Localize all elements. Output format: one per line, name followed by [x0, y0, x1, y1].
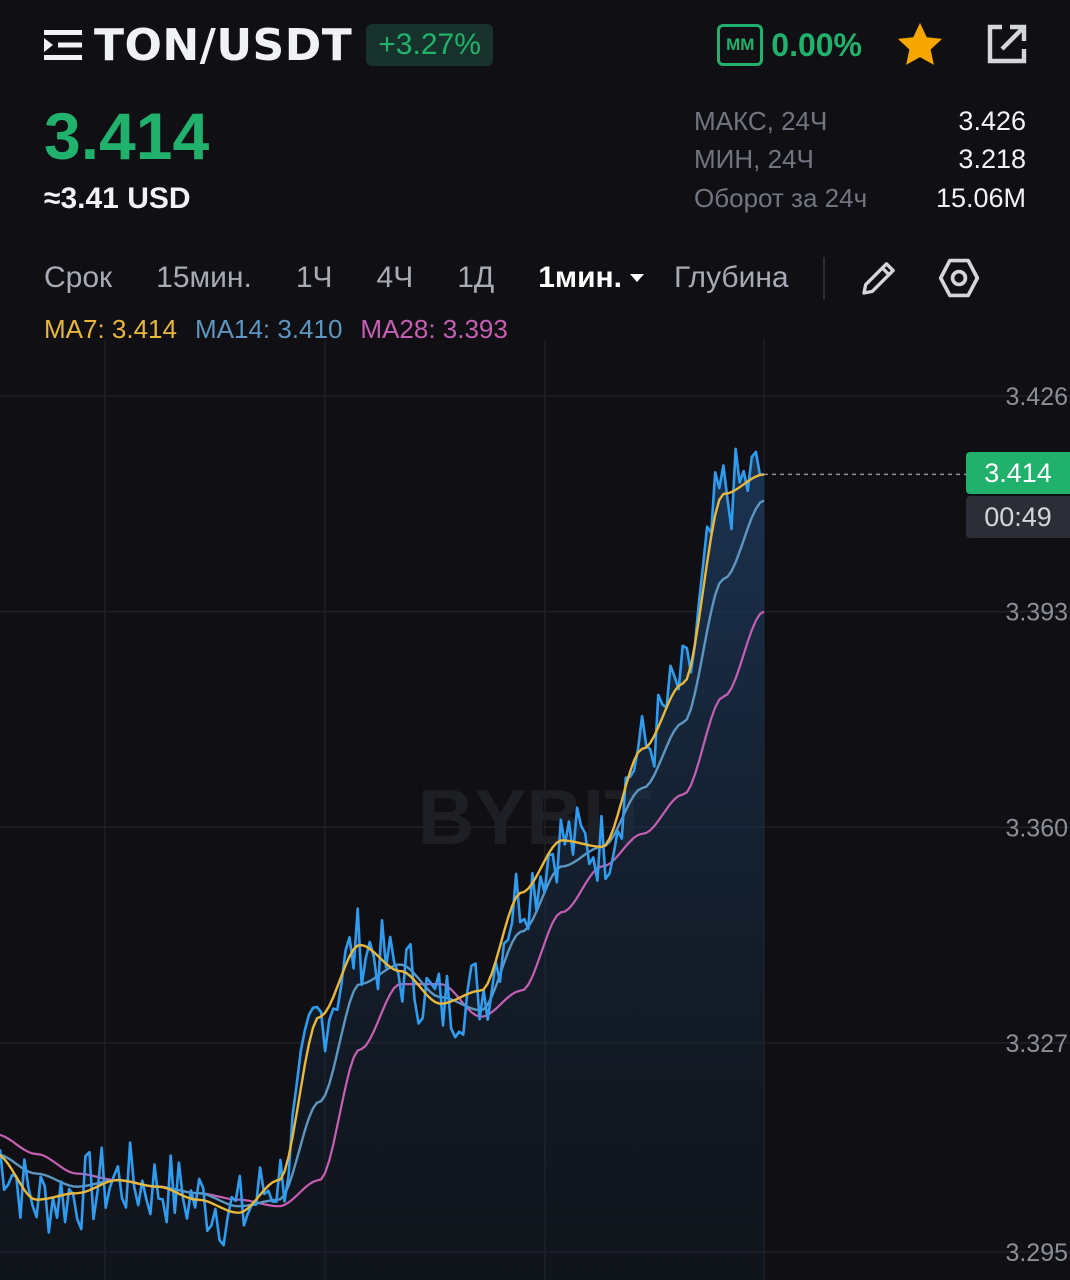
- price-usd: ≈3.41 USD: [44, 182, 191, 215]
- stat-row-high: МАКС, 24Ч 3.426: [694, 102, 1026, 141]
- y-tick-label: 3.360: [1005, 814, 1068, 842]
- tab-1d[interactable]: 1Д: [457, 261, 494, 295]
- stat-value: 3.426: [958, 105, 1026, 136]
- stat-label: Оборот за 24ч: [694, 182, 868, 213]
- tab-1min-label: 1мин.: [538, 261, 622, 294]
- pencil-icon[interactable]: [859, 258, 899, 298]
- y-tick-label: 3.295: [1005, 1239, 1068, 1267]
- caret-down-icon: [630, 274, 644, 282]
- last-price: 3.414: [44, 99, 210, 173]
- y-tick-label: 3.393: [1005, 599, 1068, 627]
- price-area-fill: [0, 448, 764, 1280]
- tab-15min[interactable]: 15мин.: [156, 261, 252, 295]
- mm-icon[interactable]: MM: [717, 24, 764, 66]
- stat-label: МИН, 24Ч: [694, 144, 814, 175]
- tab-4h[interactable]: 4Ч: [377, 261, 414, 295]
- stat-row-turnover: Оборот за 24ч 15.06M: [694, 179, 1026, 218]
- menu-icon[interactable]: [44, 27, 82, 63]
- tab-term[interactable]: Срок: [44, 261, 112, 295]
- timeframe-tabs: Срок 15мин. 1Ч 4Ч 1Д 1мин. Глубина: [44, 252, 1030, 304]
- stat-value: 3.218: [958, 144, 1026, 175]
- change-badge: +3.27%: [366, 24, 493, 66]
- y-tick-label: 3.426: [1005, 383, 1068, 411]
- tab-1min-dropdown[interactable]: 1мин.: [538, 261, 644, 295]
- stat-value: 15.06M: [935, 182, 1026, 213]
- price-chart[interactable]: BYBIT 3.4263.3933.3603.3273.295: [0, 340, 1070, 1280]
- share-icon[interactable]: [982, 21, 1030, 69]
- star-icon[interactable]: [894, 19, 946, 71]
- candle-countdown: 00:49: [966, 496, 1070, 538]
- stat-label: МАКС, 24Ч: [694, 105, 828, 136]
- tab-divider: [822, 257, 825, 299]
- settings-icon[interactable]: [937, 256, 981, 300]
- mm-value[interactable]: 0.00%: [771, 27, 862, 64]
- pair-title[interactable]: TON/USDT: [94, 20, 352, 71]
- header-actions: MM 0.00%: [717, 14, 1030, 76]
- tab-depth[interactable]: Глубина: [674, 261, 789, 295]
- stats-24h: МАКС, 24Ч 3.426 МИН, 24Ч 3.218 Оборот за…: [694, 102, 1026, 218]
- y-tick-label: 3.327: [1005, 1030, 1068, 1058]
- current-price-tag: 3.414: [966, 452, 1070, 494]
- stat-row-low: МИН, 24Ч 3.218: [694, 141, 1026, 180]
- tab-1h[interactable]: 1Ч: [296, 261, 333, 295]
- header-bar: TON/USDT +3.27% MM 0.00%: [44, 14, 1030, 76]
